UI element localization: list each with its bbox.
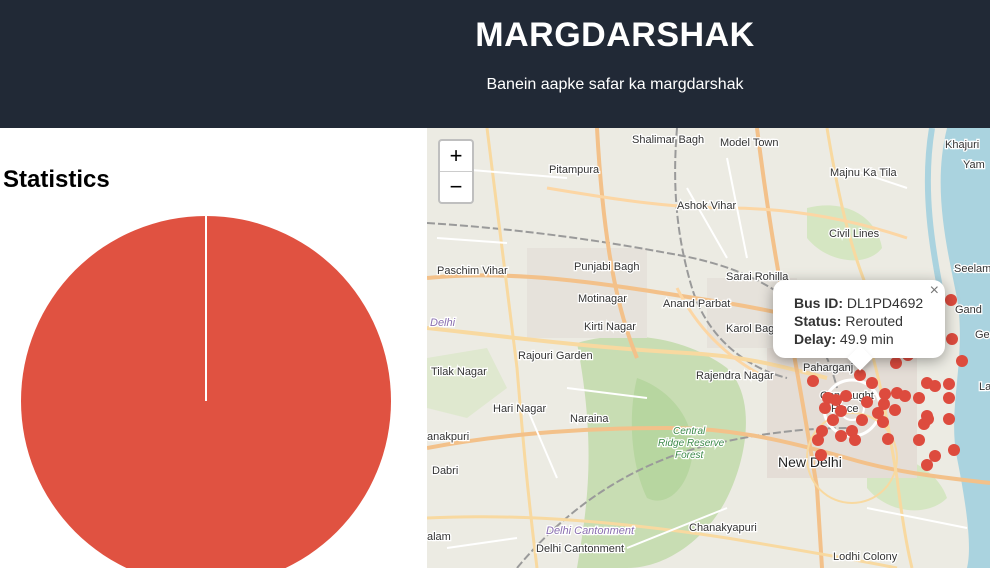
map-label-delhi-cantonment: Delhi Cantonment	[536, 543, 624, 555]
bus-marker[interactable]	[948, 444, 960, 456]
bus-marker[interactable]	[835, 430, 847, 442]
status-pie-chart	[21, 216, 391, 568]
app-tagline: Banein aapke safar ka margdarshak	[486, 76, 744, 93]
map-label-naraina: Naraina	[570, 413, 609, 425]
bus-marker[interactable]	[877, 416, 889, 428]
bus-marker[interactable]	[929, 380, 941, 392]
map-label-dabri: Dabri	[432, 465, 458, 477]
bus-marker[interactable]	[913, 434, 925, 446]
map-label-new-delhi: New Delhi	[778, 454, 842, 470]
bus-marker[interactable]	[812, 434, 824, 446]
map-label-tilak-nagar: Tilak Nagar	[431, 366, 487, 378]
bus-info-popup: × Bus ID: DL1PD4692 Status: Rerouted Del…	[773, 280, 945, 371]
map-label-khajuri: Khajuri	[945, 139, 979, 151]
map-label-palam: alam	[427, 531, 451, 543]
bus-marker[interactable]	[890, 357, 902, 369]
app-header: MARGDARSHAK Banein aapke safar ka margda…	[0, 0, 990, 128]
bus-marker[interactable]	[854, 369, 866, 381]
bus-marker[interactable]	[922, 413, 934, 425]
popup-status: Rerouted	[845, 313, 903, 329]
bus-marker[interactable]	[956, 355, 968, 367]
popup-status-row: Status: Rerouted	[794, 312, 923, 330]
bus-marker[interactable]	[929, 450, 941, 462]
statistics-panel: Statistics	[0, 128, 427, 568]
zoom-control: + −	[438, 139, 474, 204]
popup-delay-label: Delay:	[794, 331, 837, 347]
bus-marker[interactable]	[889, 404, 901, 416]
map-label-motinagar: Motinagar	[578, 293, 627, 305]
popup-bus-id: DL1PD4692	[846, 295, 924, 311]
map-label-paschim-vihar: Paschim Vihar	[437, 265, 508, 277]
zoom-out-button[interactable]: −	[440, 171, 472, 202]
bus-map[interactable]: Shalimar Bagh Model Town Khajuri Pitampu…	[427, 128, 990, 568]
bus-marker[interactable]	[807, 375, 819, 387]
map-label-chanakyapuri: Chanakyapuri	[689, 522, 757, 534]
map-label-rajouri-garden: Rajouri Garden	[518, 350, 593, 362]
popup-close-button[interactable]: ×	[930, 282, 939, 300]
popup-content: Bus ID: DL1PD4692 Status: Rerouted Delay…	[794, 294, 923, 348]
zoom-in-button[interactable]: +	[440, 141, 472, 171]
map-label-punjabi-bagh: Punjabi Bagh	[574, 261, 639, 273]
bus-marker[interactable]	[856, 414, 868, 426]
map-label-delhi-cantonment-italic: Delhi Cantonment	[546, 525, 635, 537]
map-label-karol-bagh: Karol Bag	[726, 323, 774, 335]
bus-marker[interactable]	[946, 333, 958, 345]
popup-delay: 49.9 min	[839, 331, 894, 347]
map-label-delhi: Delhi	[430, 317, 456, 329]
map-label-anand-parbat: Anand Parbat	[663, 298, 730, 310]
bus-marker[interactable]	[943, 413, 955, 425]
bus-marker[interactable]	[849, 434, 861, 446]
popup-bus-id-label: Bus ID:	[794, 295, 843, 311]
bus-marker[interactable]	[819, 402, 831, 414]
statistics-heading: Statistics	[3, 166, 110, 193]
map-label-ge: Ge	[975, 329, 990, 341]
map-label-hari-nagar: Hari Nagar	[493, 403, 547, 415]
popup-bus-id-row: Bus ID: DL1PD4692	[794, 294, 923, 312]
bus-marker[interactable]	[921, 459, 933, 471]
bus-marker[interactable]	[943, 378, 955, 390]
map-label-central-ridge: Central	[673, 426, 706, 437]
bus-marker[interactable]	[866, 377, 878, 389]
bus-marker[interactable]	[861, 396, 873, 408]
map-label-pitampura: Pitampura	[549, 164, 600, 176]
bus-marker[interactable]	[840, 390, 852, 402]
map-label-central-ridge-2: Ridge Reserve	[658, 438, 725, 449]
app-title: MARGDARSHAK	[475, 16, 755, 54]
map-label-yam: Yam	[963, 159, 985, 171]
bus-marker[interactable]	[827, 414, 839, 426]
popup-status-label: Status:	[794, 313, 842, 329]
bus-marker[interactable]	[913, 392, 925, 404]
map-label-shalimar-bagh: Shalimar Bagh	[632, 134, 704, 146]
map-label-majnu-ka-tila: Majnu Ka Tila	[830, 167, 898, 179]
map-label-ashok-vihar: Ashok Vihar	[677, 200, 736, 212]
map-label-gan: Gand	[955, 304, 982, 316]
map-label-civil-lines: Civil Lines	[829, 228, 880, 240]
bus-marker[interactable]	[882, 433, 894, 445]
bus-marker[interactable]	[943, 392, 955, 404]
map-label-paharganj: Paharganj	[803, 362, 853, 374]
map-label-janakpuri: anakpuri	[427, 431, 469, 443]
map-label-la: La	[979, 381, 990, 393]
bus-marker[interactable]	[815, 449, 827, 461]
bus-marker[interactable]	[945, 294, 957, 306]
map-label-lodhi-colony: Lodhi Colony	[833, 551, 898, 563]
bus-marker[interactable]	[835, 405, 847, 417]
map-label-rajendra-nagar: Rajendra Nagar	[696, 370, 774, 382]
map-label-kirti-nagar: Kirti Nagar	[584, 321, 636, 333]
map-label-model-town: Model Town	[720, 137, 779, 149]
bus-marker[interactable]	[899, 390, 911, 402]
map-label-seelam: Seelam	[954, 263, 990, 275]
map-label-central-ridge-3: Forest	[675, 450, 705, 461]
